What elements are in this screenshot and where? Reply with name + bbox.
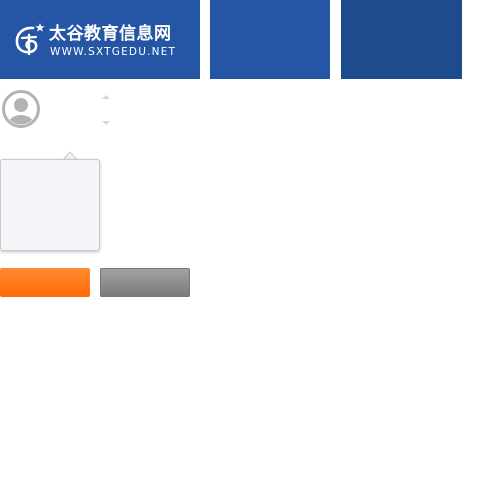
header-tile-middle[interactable]: [210, 0, 330, 79]
swirl-logo-icon: [15, 23, 45, 56]
popover-panel: [0, 159, 100, 251]
secondary-button[interactable]: [100, 268, 190, 297]
primary-button[interactable]: [0, 268, 90, 297]
chevron-up-icon[interactable]: [101, 93, 111, 101]
header-logo-tile[interactable]: 太谷教育信息网 WWW.SXTGEDU.NET: [0, 0, 200, 79]
site-title: 太谷教育信息网: [49, 24, 172, 44]
header-tile-right[interactable]: [341, 0, 462, 79]
chevron-down-icon[interactable]: [101, 119, 111, 127]
user-avatar-icon[interactable]: [2, 90, 40, 128]
site-url: WWW.SXTGEDU.NET: [50, 46, 177, 58]
